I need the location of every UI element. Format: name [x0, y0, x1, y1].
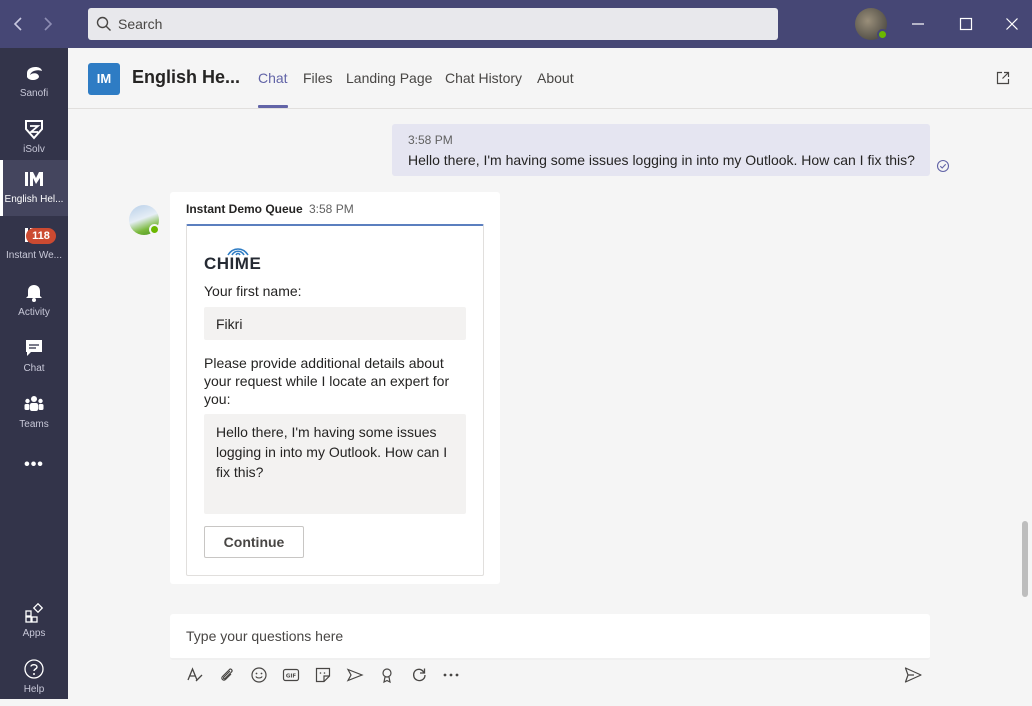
tab-landing-page[interactable]: Landing Page: [346, 70, 432, 86]
forward-arrow-icon[interactable]: [37, 12, 57, 36]
more-apps-button[interactable]: •••: [0, 448, 68, 488]
chime-logo-text: CHIME: [204, 254, 262, 273]
message-timestamp: 3:58 PM: [309, 202, 354, 216]
tab-chat[interactable]: Chat: [258, 70, 288, 86]
emoji-icon[interactable]: [249, 665, 269, 685]
rail-item-label: Instant We...: [6, 250, 62, 261]
details-label: Please provide additional details about …: [204, 355, 450, 407]
compose-input[interactable]: [186, 614, 906, 658]
meet-now-icon[interactable]: [345, 665, 365, 685]
more-options-icon[interactable]: [441, 665, 461, 685]
scrollbar-thumb[interactable]: [1022, 521, 1028, 597]
praise-icon[interactable]: [377, 665, 397, 685]
rail-item-teams[interactable]: Teams: [0, 385, 68, 441]
rail-item-label: Teams: [19, 419, 49, 430]
teams-icon: [24, 396, 44, 411]
rail-item-label: iSolv: [23, 144, 45, 155]
bell-icon: [26, 285, 42, 302]
compose-box[interactable]: [170, 614, 930, 660]
rail-item-label: Apps: [22, 628, 46, 639]
rail-item-sanofi[interactable]: Sanofi: [0, 54, 68, 110]
first-name-field[interactable]: [204, 307, 466, 340]
rail-item-apps[interactable]: Apps: [0, 594, 68, 650]
search-box[interactable]: [88, 8, 778, 40]
im-app-icon: [25, 172, 43, 186]
active-tab-indicator: [258, 105, 288, 108]
incoming-message: Instant Demo Queue 3:58 PM CHIME Your fi…: [170, 192, 500, 584]
rail-item-label: Chat: [23, 363, 45, 374]
details-field[interactable]: Hello there, I'm having some issues logg…: [204, 414, 466, 514]
tab-files[interactable]: Files: [303, 70, 333, 86]
sanofi-icon: [27, 67, 42, 80]
send-icon[interactable]: [903, 665, 923, 685]
activity-badge: 118: [26, 228, 56, 244]
adaptive-card: CHIME Your first name: Please provide ad…: [186, 224, 484, 576]
sticker-icon[interactable]: [313, 665, 333, 685]
message-timestamp: 3:58 PM: [408, 133, 453, 147]
app-header: IM English He... Chat Files Landing Page…: [68, 48, 1032, 109]
rail-item-chat[interactable]: Chat: [0, 329, 68, 385]
back-arrow-icon[interactable]: [9, 12, 29, 36]
tab-about[interactable]: About: [537, 70, 574, 86]
svg-text:GIF: GIF: [286, 674, 297, 680]
tab-chat-history[interactable]: Chat History: [445, 70, 522, 86]
presence-available-icon: [877, 29, 888, 40]
format-icon[interactable]: [185, 665, 205, 685]
app-title: English He...: [132, 67, 241, 87]
title-bar: [0, 0, 1032, 48]
rail-item-isolv[interactable]: iSolv: [0, 110, 68, 166]
close-icon[interactable]: [1000, 12, 1024, 36]
continue-button[interactable]: Continue: [204, 526, 304, 558]
rail-item-help[interactable]: Help: [0, 650, 68, 706]
rail-item-label: Help: [23, 684, 45, 695]
gif-icon[interactable]: GIF: [281, 665, 301, 685]
rail-item-label: Activity: [18, 307, 50, 318]
loop-icon[interactable]: [409, 665, 429, 685]
rail-item-label: English Hel...: [4, 194, 64, 205]
isolv-icon: [25, 120, 43, 140]
popout-icon[interactable]: [996, 71, 1010, 90]
chat-icon: [26, 340, 42, 356]
search-icon: [96, 16, 112, 37]
sender-name: Instant Demo Queue: [186, 202, 303, 216]
rail-item-instant-web[interactable]: Instant We...: [0, 216, 68, 272]
rail-item-activity[interactable]: Activity: [0, 273, 68, 329]
message-text: Hello there, I'm having some issues logg…: [408, 152, 915, 168]
apps-icon: [25, 602, 44, 623]
read-receipt-icon: [936, 159, 950, 178]
rail-item-english-help[interactable]: English Hel...: [0, 160, 68, 216]
outgoing-message[interactable]: 3:58 PM Hello there, I'm having some iss…: [392, 124, 930, 176]
app-rail: Sanofi iSolv English Hel... Instant We..…: [0, 48, 68, 699]
rail-item-label: Sanofi: [19, 88, 49, 99]
search-input[interactable]: [118, 8, 758, 40]
app-logo: IM: [88, 63, 120, 95]
maximize-icon[interactable]: [954, 12, 978, 36]
chime-logo: CHIME: [204, 246, 264, 273]
help-icon: [24, 659, 44, 679]
presence-available-icon: [149, 224, 160, 235]
first-name-label: Your first name:: [204, 283, 302, 299]
attach-icon[interactable]: [217, 665, 237, 685]
minimize-icon[interactable]: [906, 12, 930, 36]
more-icon: •••: [24, 456, 44, 473]
